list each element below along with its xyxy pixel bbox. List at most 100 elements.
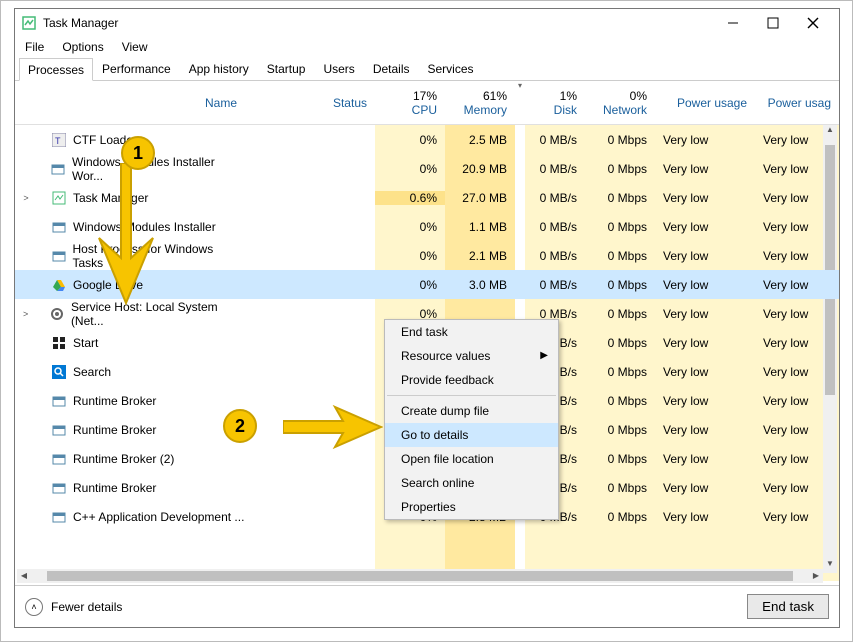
- fewer-details-label: Fewer details: [51, 600, 122, 614]
- cell-power-usage-trend: Very low: [755, 365, 839, 379]
- window-title: Task Manager: [43, 16, 118, 30]
- cell-cpu: 0%: [375, 249, 445, 263]
- scroll-right-icon[interactable]: ▶: [809, 569, 823, 583]
- tab-details[interactable]: Details: [364, 57, 419, 80]
- process-icon: [51, 364, 67, 380]
- cell-memory: 1.1 MB: [445, 220, 515, 234]
- end-task-button[interactable]: End task: [747, 594, 829, 619]
- maximize-button[interactable]: [753, 11, 793, 35]
- process-icon: [50, 161, 66, 177]
- header-network[interactable]: 0% Network: [585, 81, 655, 124]
- cell-disk: 0 MB/s: [525, 133, 585, 147]
- expander-icon[interactable]: >: [19, 193, 33, 203]
- tab-services[interactable]: Services: [419, 57, 483, 80]
- ctx-open-file-location[interactable]: Open file location: [385, 447, 558, 471]
- ctx-end-task[interactable]: End task: [385, 320, 558, 344]
- cell-power-usage-trend: Very low: [755, 423, 839, 437]
- cell-disk: 0 MB/s: [525, 220, 585, 234]
- expander-icon[interactable]: >: [19, 309, 32, 319]
- ctx-resource-values[interactable]: Resource values ▶: [385, 344, 558, 368]
- ctx-create-dump-file[interactable]: Create dump file: [385, 399, 558, 423]
- ctx-search-online[interactable]: Search online: [385, 471, 558, 495]
- cell-memory: 20.9 MB: [445, 162, 515, 176]
- cell-power-usage: Very low: [655, 394, 755, 408]
- cell-network: 0 Mbps: [585, 191, 655, 205]
- cell-network: 0 Mbps: [585, 481, 655, 495]
- annotation-marker-1: 1: [121, 136, 155, 170]
- column-headers: Name Status 17% CPU 61% Memory ▾ 1% Disk…: [15, 81, 839, 125]
- cell-network: 0 Mbps: [585, 336, 655, 350]
- scrollbar-thumb-h[interactable]: [47, 571, 793, 581]
- cell-power-usage: Very low: [655, 510, 755, 524]
- process-icon: [51, 509, 67, 525]
- tab-processes[interactable]: Processes: [19, 58, 93, 81]
- header-status[interactable]: Status: [245, 81, 375, 124]
- context-menu: End task Resource values ▶ Provide feedb…: [384, 319, 559, 520]
- cell-network: 0 Mbps: [585, 220, 655, 234]
- fewer-details-button[interactable]: ˄ Fewer details: [25, 598, 122, 616]
- cell-network: 0 Mbps: [585, 162, 655, 176]
- cell-power-usage: Very low: [655, 481, 755, 495]
- cell-network: 0 Mbps: [585, 278, 655, 292]
- cell-cpu: 0.6%: [375, 191, 445, 205]
- cell-power-usage: Very low: [655, 220, 755, 234]
- menu-options[interactable]: Options: [58, 38, 107, 56]
- horizontal-scrollbar[interactable]: ◀ ▶: [17, 569, 823, 583]
- header-disk[interactable]: 1% Disk: [525, 81, 585, 124]
- process-icon: [51, 277, 67, 293]
- chevron-right-icon: ▶: [540, 344, 548, 368]
- minimize-button[interactable]: [713, 11, 753, 35]
- process-icon: [51, 248, 67, 264]
- process-icon: [50, 306, 65, 322]
- cell-power-usage-trend: Very low: [755, 162, 839, 176]
- scroll-down-icon[interactable]: ▼: [823, 559, 837, 573]
- header-memory[interactable]: 61% Memory: [445, 81, 515, 124]
- cell-power-usage-trend: Very low: [755, 191, 839, 205]
- menu-view[interactable]: View: [118, 38, 152, 56]
- process-name: Search: [73, 365, 111, 379]
- cell-memory: 3.0 MB: [445, 278, 515, 292]
- cell-memory: 2.5 MB: [445, 133, 515, 147]
- annotation-arrow-2: [283, 403, 383, 453]
- process-name: Runtime Broker: [73, 481, 156, 495]
- ctx-go-to-details[interactable]: Go to details: [385, 423, 558, 447]
- cell-power-usage: Very low: [655, 133, 755, 147]
- header-cpu[interactable]: 17% CPU: [375, 81, 445, 124]
- menu-file[interactable]: File: [21, 38, 48, 56]
- tab-performance[interactable]: Performance: [93, 57, 180, 80]
- tab-users[interactable]: Users: [314, 57, 363, 80]
- process-icon: [51, 190, 67, 206]
- cell-network: 0 Mbps: [585, 133, 655, 147]
- close-button[interactable]: [793, 11, 833, 35]
- header-name[interactable]: Name: [15, 81, 245, 124]
- ctx-properties[interactable]: Properties: [385, 495, 558, 519]
- separator: [387, 395, 556, 396]
- cell-network: 0 Mbps: [585, 307, 655, 321]
- header-power-usage[interactable]: Power usage: [655, 81, 755, 124]
- cell-power-usage-trend: Very low: [755, 278, 839, 292]
- process-icon: [51, 422, 67, 438]
- task-manager-window: Task Manager File Options View Processes…: [14, 8, 840, 628]
- process-name: Runtime Broker (2): [73, 452, 174, 466]
- cell-power-usage: Very low: [655, 249, 755, 263]
- header-power-usage-trend[interactable]: Power usag: [755, 81, 839, 124]
- titlebar: Task Manager: [15, 9, 839, 37]
- cell-disk: 0 MB/s: [525, 278, 585, 292]
- cell-power-usage: Very low: [655, 307, 755, 321]
- scroll-left-icon[interactable]: ◀: [17, 569, 31, 583]
- cell-cpu: 0%: [375, 220, 445, 234]
- cell-disk: 0 MB/s: [525, 162, 585, 176]
- menu-bar: File Options View: [15, 37, 839, 57]
- ctx-provide-feedback[interactable]: Provide feedback: [385, 368, 558, 392]
- cell-power-usage: Very low: [655, 336, 755, 350]
- tab-startup[interactable]: Startup: [258, 57, 315, 80]
- process-icon: [51, 393, 67, 409]
- cell-cpu: 0%: [375, 278, 445, 292]
- cell-power-usage: Very low: [655, 452, 755, 466]
- process-icon: [51, 335, 67, 351]
- annotation-marker-2: 2: [223, 409, 257, 443]
- cell-cpu: 0%: [375, 162, 445, 176]
- task-manager-icon: [21, 15, 37, 31]
- process-name: Runtime Broker: [73, 394, 156, 408]
- tab-app-history[interactable]: App history: [180, 57, 258, 80]
